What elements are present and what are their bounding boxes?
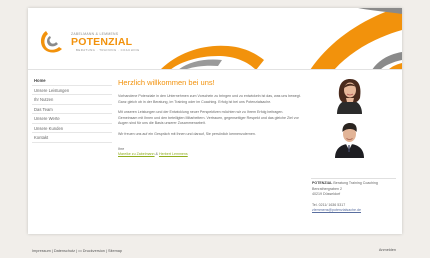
sidebar-item-kontakt[interactable]: Kontakt	[32, 133, 112, 143]
sidebar-item-nutzen[interactable]: Ihr Nutzen	[32, 95, 112, 105]
signature-link-zabelmann[interactable]: Mareike zu Zabelmann	[118, 152, 155, 156]
page-title: Herzlich willkommen bei uns!	[118, 78, 215, 87]
contact-block: POTENZIAL Beratung Training Coaching Ben…	[312, 181, 398, 214]
contact-company-suffix: Beratung Training Coaching	[332, 181, 378, 185]
print-icon[interactable]: ▭	[78, 249, 82, 253]
contact-company-name: POTENZIAL	[312, 181, 333, 185]
sidebar-item-werte[interactable]: Unsere Werte	[32, 114, 112, 124]
footer-sitemap-link[interactable]: Sitemap	[108, 249, 122, 253]
footer-druckversion-link[interactable]: Druckversion	[83, 249, 105, 253]
logo[interactable]: ZABELMANN & LEMMENS POTENZIAL BERATUNG ·…	[38, 27, 148, 55]
man-portrait-photo	[331, 120, 368, 158]
signature: Mareike zu Zabelmann & Herbert Lemmens	[118, 152, 301, 157]
intro-paragraph: Vorhandene Potenziale in den Unternehmen…	[118, 94, 301, 104]
logo-title: POTENZIAL	[71, 36, 133, 48]
footer-datenschutz-link[interactable]: Datenschutz	[54, 249, 75, 253]
sidebar-item-leistungen[interactable]: Unsere Leistungen	[32, 86, 112, 95]
contact-email-link[interactable]: zlemmens@potenzialsache.de	[312, 208, 361, 212]
header: ZABELMANN & LEMMENS POTENZIAL BERATUNG ·…	[28, 8, 402, 70]
sidebar-item-home[interactable]: Home	[32, 76, 112, 86]
footer-impressum-link[interactable]: Impressum	[32, 249, 51, 253]
sidebar-nav: Home Unsere Leistungen Ihr Nutzen Das Te…	[32, 76, 112, 143]
signature-link-lemmens[interactable]: Herbert Lemmens	[159, 152, 188, 156]
closing-paragraph: Wir freuen uns auf ein Gespräch mit Ihne…	[118, 131, 256, 136]
logo-tagline: BERATUNG · TRAINING · COACHING	[76, 48, 140, 52]
services-paragraph: Mit unseren Leistungen und der Entwicklu…	[118, 110, 299, 125]
main-content: Herzlich willkommen bei uns! Vorhandene …	[118, 78, 301, 163]
page-container: ZABELMANN & LEMMENS POTENZIAL BERATUNG ·…	[28, 8, 402, 234]
footer-login-link[interactable]: Anmelden	[379, 248, 396, 252]
team-photos	[315, 76, 397, 164]
sidebar-item-team[interactable]: Das Team	[32, 105, 112, 114]
footer-links: Impressum | Datenschutz | ▭ Druckversion…	[32, 249, 122, 253]
contact-divider	[311, 178, 396, 179]
sidebar-item-kunden[interactable]: Unsere Kunden	[32, 124, 112, 133]
logo-mark-icon	[40, 31, 62, 53]
woman-portrait-photo	[331, 76, 368, 114]
